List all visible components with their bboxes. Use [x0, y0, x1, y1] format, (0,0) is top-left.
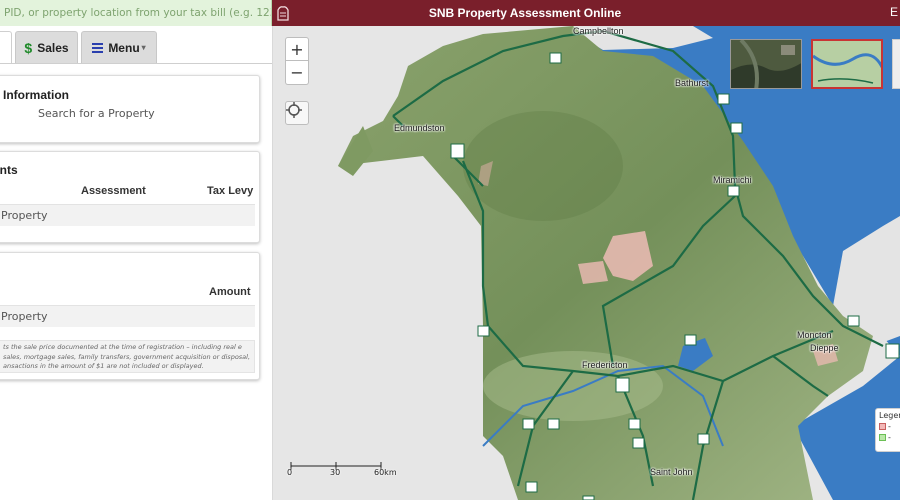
scale-label-zero: 0 [287, 468, 293, 477]
city-label-fredericton: Fredericton [582, 360, 628, 370]
zoom-in-button[interactable]: + [285, 37, 309, 61]
legend-swatch-pink [879, 423, 886, 430]
tab-property[interactable] [0, 31, 12, 63]
city-label-miramichi: Miramichi [713, 175, 752, 185]
basemap-gray-thumbnail[interactable] [892, 39, 900, 89]
property-info-subtitle: Search for a Property [38, 107, 155, 120]
city-label-edmundston: Edmundston [394, 123, 445, 133]
dollar-icon: $ [24, 39, 33, 56]
crown-land-patch [578, 261, 608, 284]
header-bar: SNB Property Assessment Online E [0, 0, 900, 26]
zoom-out-button[interactable]: − [285, 61, 309, 85]
legend-swatch-green [879, 434, 886, 441]
city-label-dieppe: Dieppe [810, 343, 839, 353]
amount-column-header: Amount [209, 286, 251, 298]
map-legend: Legen - - [875, 408, 900, 452]
tab-sales[interactable]: $ Sales [15, 31, 78, 63]
sales-empty-row: Property [0, 305, 255, 327]
crosshair-icon [286, 102, 302, 118]
legend-title: Legen [879, 411, 900, 420]
left-panel: $ Sales Menu ▾ y Information Search for … [0, 26, 273, 500]
tab-bar: $ Sales Menu ▾ [0, 26, 272, 64]
chevron-down-icon: ▾ [141, 43, 146, 52]
tab-sales-label: Sales [37, 40, 69, 55]
city-label-bathurst: Bathurst [675, 78, 709, 88]
hamburger-icon [92, 42, 104, 53]
lowland-shade [483, 351, 663, 421]
property-info-card: y Information Search for a Property [0, 75, 260, 143]
tab-menu[interactable]: Menu ▾ [81, 31, 157, 63]
tab-menu-label: Menu [108, 40, 140, 55]
tax-levy-column-header: Tax Levy [207, 185, 254, 197]
locate-button[interactable] [285, 101, 309, 125]
basemap-topo-thumbnail[interactable] [811, 39, 883, 89]
legend-row: - [879, 433, 900, 442]
basemap-satellite-thumbnail[interactable] [730, 39, 802, 89]
assessments-empty-row: Property [0, 204, 255, 226]
city-label-campbellton: Campbellton [573, 26, 624, 36]
property-info-title: y Information [0, 88, 70, 102]
language-toggle[interactable]: E [890, 5, 898, 19]
assessments-card: ents Assessment Tax Levy Property [0, 151, 260, 243]
assessments-title: ents [0, 163, 18, 177]
scale-label-mid: 30 [330, 468, 341, 477]
app-title: SNB Property Assessment Online [428, 6, 622, 20]
assessment-column-header: Assessment [81, 185, 146, 197]
city-label-saint-john: Saint John [650, 467, 693, 477]
highland-shade [463, 111, 623, 221]
sales-card: Amount Property ts the sale price docume… [0, 252, 260, 380]
map-view[interactable]: Campbellton Bathurst Edmundston Miramich… [273, 26, 900, 500]
map-canvas[interactable] [273, 26, 900, 500]
legend-row: - [879, 422, 900, 431]
scale-label-end: 60km [374, 468, 397, 477]
sales-note: ts the sale price documented at the time… [0, 340, 255, 373]
city-label-moncton: Moncton [797, 330, 832, 340]
